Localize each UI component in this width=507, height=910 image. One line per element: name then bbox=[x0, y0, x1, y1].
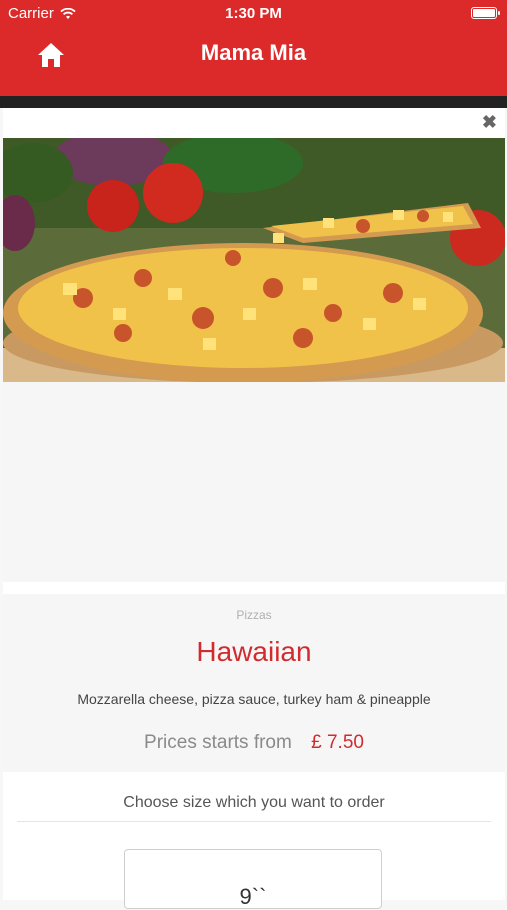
size-option-button[interactable]: 9`` bbox=[124, 849, 382, 909]
status-time: 1:30 PM bbox=[225, 5, 282, 22]
product-info: Pizzas Hawaiian Mozzarella cheese, pizza… bbox=[3, 594, 505, 772]
price-row: Prices starts from £ 7.50 bbox=[3, 732, 505, 754]
divider bbox=[17, 821, 491, 822]
header-divider bbox=[0, 96, 507, 108]
product-card: ✖ Pizzas Hawaiian Mozzarella cheese, piz… bbox=[3, 108, 505, 909]
product-name: Hawaiian bbox=[196, 636, 312, 667]
size-prompt: Choose size which you want to order bbox=[123, 794, 385, 811]
price-value: £ 7.50 bbox=[311, 732, 364, 753]
product-category: Pizzas bbox=[236, 608, 272, 622]
nav-bar: Mama Mia bbox=[0, 26, 507, 96]
app-title: Mama Mia bbox=[200, 40, 307, 65]
image-placeholder-area bbox=[3, 382, 505, 582]
price-label: Prices starts from bbox=[144, 732, 292, 753]
close-icon[interactable]: ✖ bbox=[482, 112, 497, 133]
status-bar: Carrier 1:30 PM bbox=[0, 0, 507, 26]
product-description: Mozzarella cheese, pizza sauce, turkey h… bbox=[77, 691, 431, 707]
battery-icon bbox=[471, 7, 500, 19]
pizza-image bbox=[3, 138, 505, 382]
